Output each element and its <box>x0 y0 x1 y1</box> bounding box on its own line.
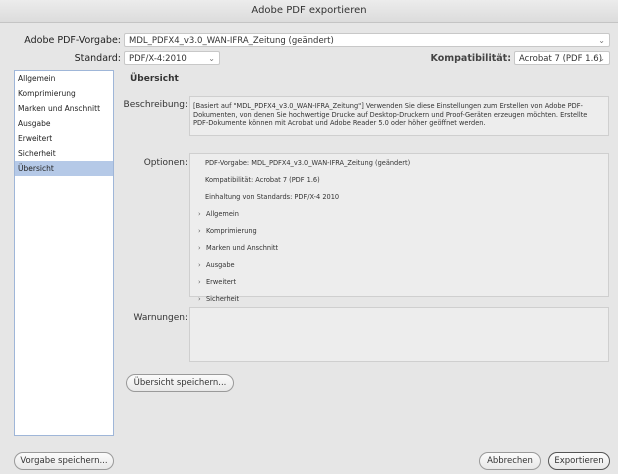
compatibility-value: Acrobat 7 (PDF 1.6) <box>519 54 603 64</box>
export-button[interactable]: Exportieren <box>548 452 610 470</box>
page-title: Übersicht <box>130 74 179 84</box>
chevron-down-icon: ⌄ <box>598 36 605 45</box>
options-group-label: Komprimierung <box>206 227 257 235</box>
compatibility-label: Kompatibilität: <box>430 53 512 64</box>
disclosure-triangle-icon: › <box>198 244 201 252</box>
description-label: Beschreibung: <box>123 100 188 110</box>
sidebar-item-sicherheit[interactable]: Sicherheit <box>15 146 113 161</box>
disclosure-triangle-icon: › <box>198 227 201 235</box>
standard-select[interactable]: PDF/X-4:2010 ⌄ <box>124 51 220 65</box>
save-summary-button[interactable]: Übersicht speichern... <box>126 374 234 392</box>
sidebar-item-marken-und-anschnitt[interactable]: Marken und Anschnitt <box>15 101 113 116</box>
disclosure-triangle-icon: › <box>198 261 201 269</box>
description-text: [Basiert auf "MDL_PDFX4_v3.0_WAN-IFRA_Ze… <box>193 102 588 127</box>
standard-label: Standard: <box>74 53 121 64</box>
options-group-marken-und-anschnitt[interactable]: › Marken und Anschnitt <box>198 244 278 252</box>
preset-select[interactable]: MDL_PDFX4_v3.0_WAN-IFRA_Zeitung (geänder… <box>124 33 610 47</box>
warnings-panel <box>189 307 609 362</box>
cancel-button[interactable]: Abbrechen <box>479 452 541 470</box>
options-group-label: Ausgabe <box>206 261 235 269</box>
options-group-erweitert[interactable]: › Erweitert <box>198 278 236 286</box>
options-group-sicherheit[interactable]: › Sicherheit <box>198 295 239 303</box>
options-group-label: Sicherheit <box>206 295 240 303</box>
preset-value: MDL_PDFX4_v3.0_WAN-IFRA_Zeitung (geänder… <box>129 36 334 46</box>
compatibility-select[interactable]: Acrobat 7 (PDF 1.6) ⌄ <box>514 51 610 65</box>
disclosure-triangle-icon: › <box>198 210 201 218</box>
options-standards-line: Einhaltung von Standards: PDF/X-4 2010 <box>205 193 340 201</box>
options-group-komprimierung[interactable]: › Komprimierung <box>198 227 257 235</box>
options-group-label: Marken und Anschnitt <box>206 244 279 252</box>
warnings-label: Warnungen: <box>133 313 188 323</box>
window-title: Adobe PDF exportieren <box>0 0 618 23</box>
sidebar-item-erweitert[interactable]: Erweitert <box>15 131 113 146</box>
sidebar: Allgemein Komprimierung Marken und Ansch… <box>14 70 114 436</box>
options-preset-line: PDF-Vorgabe: MDL_PDFX4_v3.0_WAN-IFRA_Zei… <box>205 159 411 167</box>
options-group-label: Erweitert <box>206 278 237 286</box>
options-group-allgemein[interactable]: › Allgemein <box>198 210 239 218</box>
sidebar-item-komprimierung[interactable]: Komprimierung <box>15 86 113 101</box>
disclosure-triangle-icon: › <box>198 295 201 303</box>
options-group-label: Allgemein <box>206 210 239 218</box>
sidebar-item-ausgabe[interactable]: Ausgabe <box>15 116 113 131</box>
options-label: Optionen: <box>143 158 188 168</box>
options-panel <box>189 153 609 297</box>
chevron-down-icon: ⌄ <box>598 54 605 63</box>
sidebar-item-allgemein[interactable]: Allgemein <box>15 71 113 86</box>
options-compatibility-line: Kompatibilität: Acrobat 7 (PDF 1.6) <box>205 176 320 184</box>
standard-value: PDF/X-4:2010 <box>129 54 187 64</box>
options-group-ausgabe[interactable]: › Ausgabe <box>198 261 235 269</box>
save-preset-button[interactable]: Vorgabe speichern... <box>14 452 114 470</box>
sidebar-item-uebersicht[interactable]: Übersicht <box>15 161 113 176</box>
chevron-down-icon: ⌄ <box>208 54 215 63</box>
disclosure-triangle-icon: › <box>198 278 201 286</box>
preset-label: Adobe PDF-Vorgabe: <box>24 35 121 46</box>
